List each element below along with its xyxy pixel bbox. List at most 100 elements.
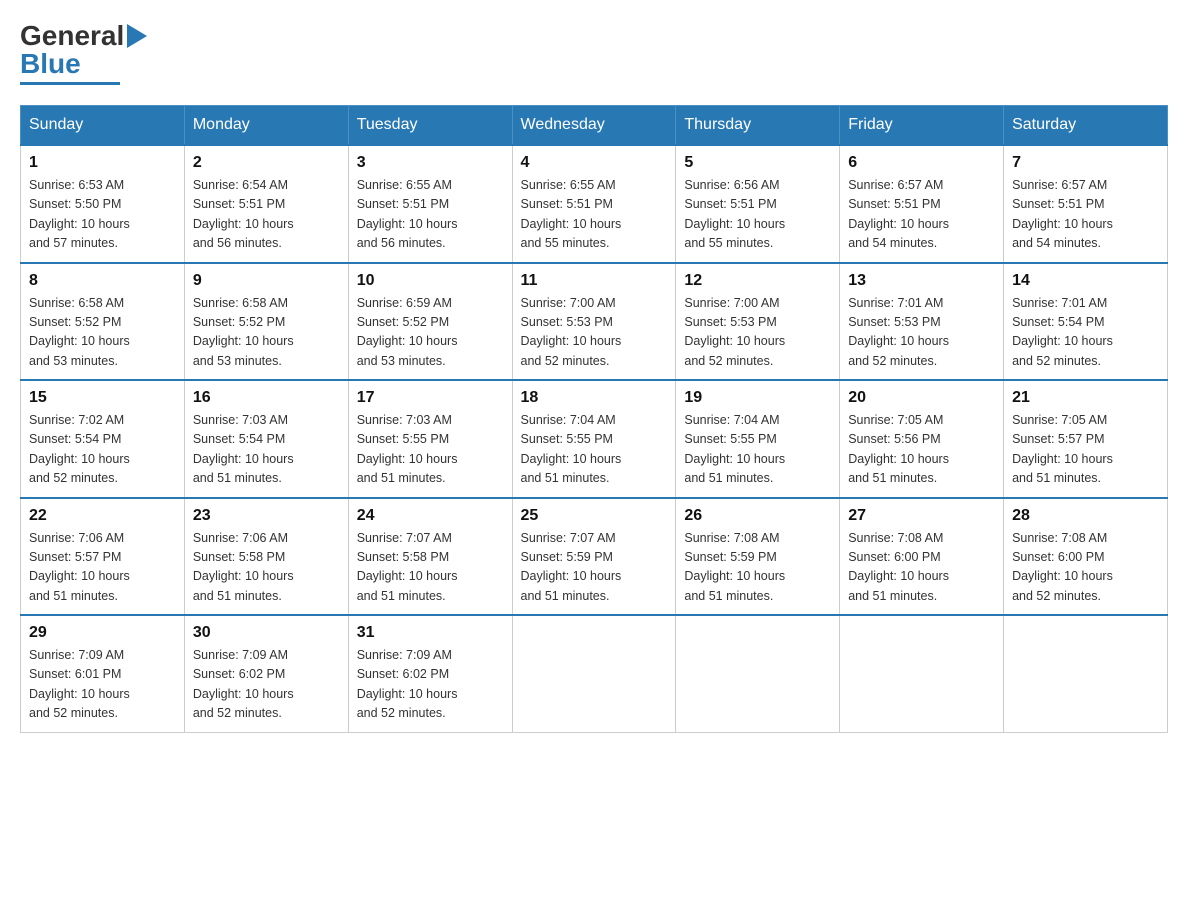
header-tuesday: Tuesday	[348, 106, 512, 146]
calendar-cell: 5 Sunrise: 6:56 AMSunset: 5:51 PMDayligh…	[676, 145, 840, 263]
day-info: Sunrise: 7:09 AMSunset: 6:01 PMDaylight:…	[29, 646, 176, 724]
day-info: Sunrise: 7:05 AMSunset: 5:56 PMDaylight:…	[848, 411, 995, 489]
day-number: 24	[357, 507, 504, 525]
day-info: Sunrise: 6:59 AMSunset: 5:52 PMDaylight:…	[357, 294, 504, 372]
day-number: 27	[848, 507, 995, 525]
day-number: 11	[521, 272, 668, 290]
calendar-cell: 13 Sunrise: 7:01 AMSunset: 5:53 PMDaylig…	[840, 263, 1004, 381]
day-number: 15	[29, 389, 176, 407]
week-row-4: 22 Sunrise: 7:06 AMSunset: 5:57 PMDaylig…	[21, 498, 1168, 616]
calendar-cell: 16 Sunrise: 7:03 AMSunset: 5:54 PMDaylig…	[184, 380, 348, 498]
calendar-cell: 23 Sunrise: 7:06 AMSunset: 5:58 PMDaylig…	[184, 498, 348, 616]
calendar-cell: 2 Sunrise: 6:54 AMSunset: 5:51 PMDayligh…	[184, 145, 348, 263]
header-friday: Friday	[840, 106, 1004, 146]
day-info: Sunrise: 7:06 AMSunset: 5:57 PMDaylight:…	[29, 529, 176, 607]
day-number: 7	[1012, 154, 1159, 172]
calendar-cell: 22 Sunrise: 7:06 AMSunset: 5:57 PMDaylig…	[21, 498, 185, 616]
calendar-cell: 21 Sunrise: 7:05 AMSunset: 5:57 PMDaylig…	[1004, 380, 1168, 498]
calendar-cell: 25 Sunrise: 7:07 AMSunset: 5:59 PMDaylig…	[512, 498, 676, 616]
day-number: 4	[521, 154, 668, 172]
day-info: Sunrise: 7:08 AMSunset: 5:59 PMDaylight:…	[684, 529, 831, 607]
day-info: Sunrise: 7:04 AMSunset: 5:55 PMDaylight:…	[684, 411, 831, 489]
day-number: 1	[29, 154, 176, 172]
header-thursday: Thursday	[676, 106, 840, 146]
day-info: Sunrise: 6:58 AMSunset: 5:52 PMDaylight:…	[29, 294, 176, 372]
day-info: Sunrise: 6:57 AMSunset: 5:51 PMDaylight:…	[848, 176, 995, 254]
day-info: Sunrise: 6:54 AMSunset: 5:51 PMDaylight:…	[193, 176, 340, 254]
calendar-table: SundayMondayTuesdayWednesdayThursdayFrid…	[20, 105, 1168, 733]
logo: General Blue	[20, 20, 147, 85]
day-number: 16	[193, 389, 340, 407]
day-info: Sunrise: 6:57 AMSunset: 5:51 PMDaylight:…	[1012, 176, 1159, 254]
day-info: Sunrise: 6:53 AMSunset: 5:50 PMDaylight:…	[29, 176, 176, 254]
week-row-2: 8 Sunrise: 6:58 AMSunset: 5:52 PMDayligh…	[21, 263, 1168, 381]
day-number: 13	[848, 272, 995, 290]
page-header: General Blue	[20, 20, 1168, 85]
day-info: Sunrise: 7:03 AMSunset: 5:54 PMDaylight:…	[193, 411, 340, 489]
day-number: 17	[357, 389, 504, 407]
calendar-cell: 9 Sunrise: 6:58 AMSunset: 5:52 PMDayligh…	[184, 263, 348, 381]
day-info: Sunrise: 7:08 AMSunset: 6:00 PMDaylight:…	[1012, 529, 1159, 607]
day-number: 29	[29, 624, 176, 642]
calendar-cell: 12 Sunrise: 7:00 AMSunset: 5:53 PMDaylig…	[676, 263, 840, 381]
calendar-cell: 8 Sunrise: 6:58 AMSunset: 5:52 PMDayligh…	[21, 263, 185, 381]
day-number: 25	[521, 507, 668, 525]
calendar-cell: 1 Sunrise: 6:53 AMSunset: 5:50 PMDayligh…	[21, 145, 185, 263]
day-info: Sunrise: 7:05 AMSunset: 5:57 PMDaylight:…	[1012, 411, 1159, 489]
calendar-cell: 4 Sunrise: 6:55 AMSunset: 5:51 PMDayligh…	[512, 145, 676, 263]
calendar-cell: 17 Sunrise: 7:03 AMSunset: 5:55 PMDaylig…	[348, 380, 512, 498]
day-number: 22	[29, 507, 176, 525]
calendar-cell: 19 Sunrise: 7:04 AMSunset: 5:55 PMDaylig…	[676, 380, 840, 498]
calendar-cell: 28 Sunrise: 7:08 AMSunset: 6:00 PMDaylig…	[1004, 498, 1168, 616]
day-number: 5	[684, 154, 831, 172]
day-number: 8	[29, 272, 176, 290]
calendar-cell: 27 Sunrise: 7:08 AMSunset: 6:00 PMDaylig…	[840, 498, 1004, 616]
day-number: 18	[521, 389, 668, 407]
calendar-cell: 6 Sunrise: 6:57 AMSunset: 5:51 PMDayligh…	[840, 145, 1004, 263]
calendar-cell: 31 Sunrise: 7:09 AMSunset: 6:02 PMDaylig…	[348, 615, 512, 732]
day-number: 10	[357, 272, 504, 290]
day-info: Sunrise: 7:09 AMSunset: 6:02 PMDaylight:…	[193, 646, 340, 724]
day-number: 26	[684, 507, 831, 525]
day-number: 12	[684, 272, 831, 290]
day-number: 2	[193, 154, 340, 172]
day-number: 14	[1012, 272, 1159, 290]
day-number: 9	[193, 272, 340, 290]
day-number: 20	[848, 389, 995, 407]
day-number: 28	[1012, 507, 1159, 525]
calendar-cell: 15 Sunrise: 7:02 AMSunset: 5:54 PMDaylig…	[21, 380, 185, 498]
day-info: Sunrise: 7:02 AMSunset: 5:54 PMDaylight:…	[29, 411, 176, 489]
week-row-1: 1 Sunrise: 6:53 AMSunset: 5:50 PMDayligh…	[21, 145, 1168, 263]
calendar-cell	[512, 615, 676, 732]
calendar-cell: 20 Sunrise: 7:05 AMSunset: 5:56 PMDaylig…	[840, 380, 1004, 498]
day-info: Sunrise: 6:55 AMSunset: 5:51 PMDaylight:…	[521, 176, 668, 254]
day-number: 23	[193, 507, 340, 525]
header-wednesday: Wednesday	[512, 106, 676, 146]
calendar-cell: 7 Sunrise: 6:57 AMSunset: 5:51 PMDayligh…	[1004, 145, 1168, 263]
day-info: Sunrise: 6:56 AMSunset: 5:51 PMDaylight:…	[684, 176, 831, 254]
calendar-cell: 14 Sunrise: 7:01 AMSunset: 5:54 PMDaylig…	[1004, 263, 1168, 381]
week-row-3: 15 Sunrise: 7:02 AMSunset: 5:54 PMDaylig…	[21, 380, 1168, 498]
calendar-cell	[676, 615, 840, 732]
day-info: Sunrise: 7:00 AMSunset: 5:53 PMDaylight:…	[521, 294, 668, 372]
day-number: 21	[1012, 389, 1159, 407]
day-number: 31	[357, 624, 504, 642]
calendar-cell: 26 Sunrise: 7:08 AMSunset: 5:59 PMDaylig…	[676, 498, 840, 616]
logo-underline	[20, 82, 120, 85]
day-info: Sunrise: 7:01 AMSunset: 5:53 PMDaylight:…	[848, 294, 995, 372]
day-info: Sunrise: 7:07 AMSunset: 5:59 PMDaylight:…	[521, 529, 668, 607]
calendar-cell	[1004, 615, 1168, 732]
day-number: 3	[357, 154, 504, 172]
day-info: Sunrise: 7:03 AMSunset: 5:55 PMDaylight:…	[357, 411, 504, 489]
logo-blue-text: Blue	[20, 48, 81, 80]
day-info: Sunrise: 7:09 AMSunset: 6:02 PMDaylight:…	[357, 646, 504, 724]
day-info: Sunrise: 7:07 AMSunset: 5:58 PMDaylight:…	[357, 529, 504, 607]
week-row-5: 29 Sunrise: 7:09 AMSunset: 6:01 PMDaylig…	[21, 615, 1168, 732]
day-number: 30	[193, 624, 340, 642]
day-info: Sunrise: 6:58 AMSunset: 5:52 PMDaylight:…	[193, 294, 340, 372]
calendar-cell: 29 Sunrise: 7:09 AMSunset: 6:01 PMDaylig…	[21, 615, 185, 732]
calendar-cell: 11 Sunrise: 7:00 AMSunset: 5:53 PMDaylig…	[512, 263, 676, 381]
calendar-header-row: SundayMondayTuesdayWednesdayThursdayFrid…	[21, 106, 1168, 146]
calendar-cell: 10 Sunrise: 6:59 AMSunset: 5:52 PMDaylig…	[348, 263, 512, 381]
day-info: Sunrise: 7:01 AMSunset: 5:54 PMDaylight:…	[1012, 294, 1159, 372]
